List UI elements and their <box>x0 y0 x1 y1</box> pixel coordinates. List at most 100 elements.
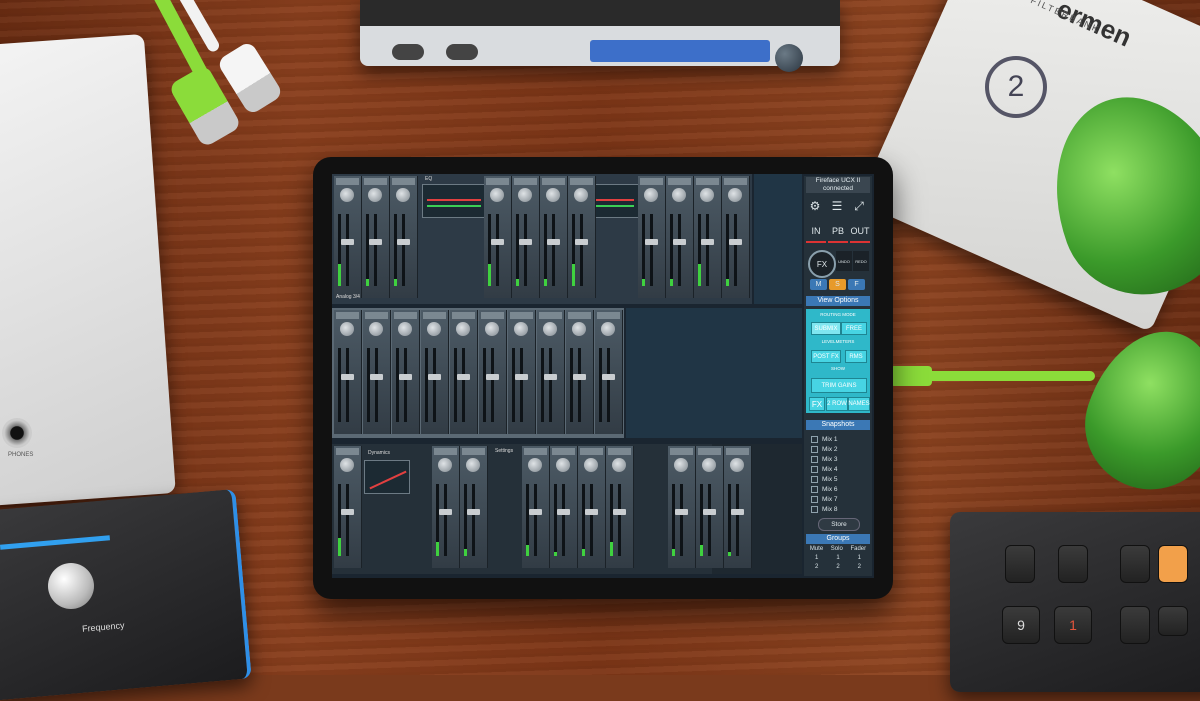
gain-knob[interactable] <box>340 188 354 202</box>
gain-knob[interactable] <box>438 458 452 472</box>
fader-cap[interactable] <box>729 239 742 246</box>
group-cell[interactable]: 2 <box>836 564 839 570</box>
section-button-pb[interactable]: PB <box>828 221 848 243</box>
fader-cap[interactable] <box>428 373 441 380</box>
fader-cap[interactable] <box>585 509 598 516</box>
gain-knob[interactable] <box>398 322 412 336</box>
groups-row[interactable]: 2 2 2 <box>806 564 870 570</box>
group-cell[interactable]: 1 <box>858 555 861 561</box>
fader-cap[interactable] <box>399 373 412 380</box>
gain-knob[interactable] <box>644 188 658 202</box>
fader-cap[interactable] <box>341 509 354 516</box>
fader-cap[interactable] <box>544 373 557 380</box>
channel-strip[interactable] <box>363 310 391 434</box>
fullscreen-icon[interactable]: ⤢ <box>850 197 868 215</box>
free-button[interactable]: FREE <box>841 322 867 335</box>
gain-knob[interactable] <box>556 458 570 472</box>
fader-cap[interactable] <box>675 509 688 516</box>
channel-strip[interactable] <box>696 446 724 568</box>
snapshot-item[interactable]: Mix 2 <box>808 445 868 454</box>
group-cell[interactable]: 2 <box>858 564 861 570</box>
channel-strip[interactable] <box>568 176 596 298</box>
channel-strip[interactable] <box>479 310 507 434</box>
fader-cap[interactable] <box>369 239 382 246</box>
channel-strip[interactable] <box>578 446 606 568</box>
gain-knob[interactable] <box>485 322 499 336</box>
channel-strip[interactable] <box>512 176 540 298</box>
gain-knob[interactable] <box>490 188 504 202</box>
channel-strip[interactable] <box>508 310 536 434</box>
gain-knob[interactable] <box>369 322 383 336</box>
channel-strip[interactable] <box>722 176 750 298</box>
fader-cap[interactable] <box>731 509 744 516</box>
submix-button[interactable]: SUBMIX <box>811 322 841 335</box>
gain-knob[interactable] <box>368 188 382 202</box>
channel-strip[interactable] <box>450 310 478 434</box>
snapshot-item[interactable]: Mix 3 <box>808 455 868 464</box>
channel-strip[interactable] <box>390 176 418 298</box>
gain-knob[interactable] <box>574 188 588 202</box>
groups-row[interactable]: 1 1 1 <box>806 555 870 561</box>
names-button[interactable]: NAMES <box>848 397 870 411</box>
channel-strip[interactable] <box>432 446 460 568</box>
fader-cap[interactable] <box>602 373 615 380</box>
undo-button[interactable]: UNDO <box>836 251 852 271</box>
snapshot-item[interactable]: Mix 8 <box>808 505 868 514</box>
redo-button[interactable]: REDO <box>853 251 869 271</box>
fader-cap[interactable] <box>457 373 470 380</box>
fader-cap[interactable] <box>645 239 658 246</box>
channel-strip[interactable] <box>540 176 568 298</box>
channel-strip[interactable] <box>638 176 666 298</box>
gain-knob[interactable] <box>572 322 586 336</box>
list-view-icon[interactable]: ☰ <box>828 197 846 215</box>
group-cell[interactable]: 1 <box>836 555 839 561</box>
post-fx-button[interactable]: POST FX <box>811 350 841 363</box>
fx-view-button[interactable]: FX <box>809 397 825 411</box>
channel-strip[interactable] <box>392 310 420 434</box>
trim-gains-button[interactable]: TRIM GAINS <box>811 378 867 393</box>
channel-strip[interactable] <box>421 310 449 434</box>
gain-knob[interactable] <box>466 458 480 472</box>
fader-cap[interactable] <box>341 239 354 246</box>
channel-strip[interactable] <box>668 446 696 568</box>
channel-strip[interactable] <box>595 310 623 434</box>
channel-strip[interactable] <box>550 446 578 568</box>
mode-button-f[interactable]: F <box>848 279 865 290</box>
channel-strip[interactable] <box>694 176 722 298</box>
channel-strip[interactable] <box>666 176 694 298</box>
snapshot-item[interactable]: Mix 4 <box>808 465 868 474</box>
gain-knob[interactable] <box>674 458 688 472</box>
fader-cap[interactable] <box>575 239 588 246</box>
channel-strip[interactable] <box>362 176 390 298</box>
channel-strip[interactable] <box>606 446 634 568</box>
gain-knob[interactable] <box>427 322 441 336</box>
gain-knob[interactable] <box>543 322 557 336</box>
channel-strip[interactable] <box>537 310 565 434</box>
snapshots-header[interactable]: Snapshots <box>806 420 870 430</box>
groups-header[interactable]: Groups <box>806 534 870 544</box>
gain-knob[interactable] <box>514 322 528 336</box>
fader-cap[interactable] <box>557 509 570 516</box>
fader-cap[interactable] <box>547 239 560 246</box>
snapshot-item[interactable]: Mix 5 <box>808 475 868 484</box>
section-button-out[interactable]: OUT <box>850 221 870 243</box>
store-button[interactable]: Store <box>818 518 860 531</box>
fader-cap[interactable] <box>515 373 528 380</box>
channel-strip[interactable] <box>566 310 594 434</box>
fader-cap[interactable] <box>673 239 686 246</box>
channel-strip[interactable] <box>522 446 550 568</box>
fader-cap[interactable] <box>370 373 383 380</box>
gain-knob[interactable] <box>700 188 714 202</box>
gain-knob[interactable] <box>702 458 716 472</box>
fader-cap[interactable] <box>701 239 714 246</box>
view-options-header[interactable]: View Options <box>806 296 870 306</box>
mode-button-s[interactable]: S <box>829 279 846 290</box>
gain-knob[interactable] <box>340 458 354 472</box>
fader-cap[interactable] <box>573 373 586 380</box>
fader-cap[interactable] <box>439 509 452 516</box>
fader-cap[interactable] <box>397 239 410 246</box>
gain-knob[interactable] <box>396 188 410 202</box>
channel-strip[interactable] <box>460 446 488 568</box>
fx-button[interactable]: FX <box>808 250 836 278</box>
gain-knob[interactable] <box>340 322 354 336</box>
